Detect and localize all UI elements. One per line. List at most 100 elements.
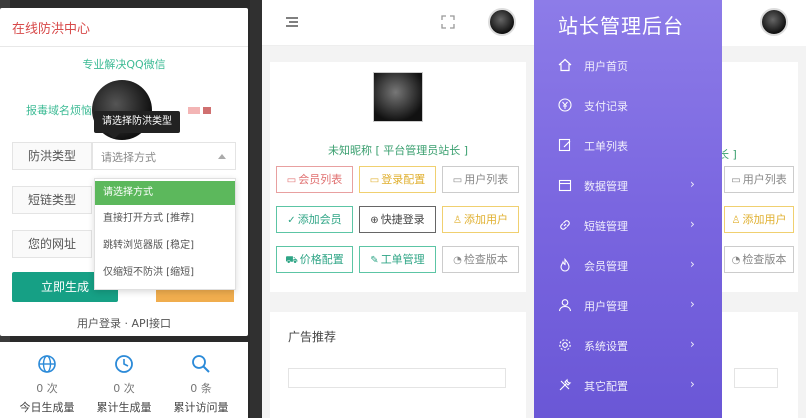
avatar[interactable] (488, 8, 516, 36)
tooltip-arrow (108, 133, 120, 139)
sidebar-item-other[interactable]: 其它配置 › (534, 368, 722, 404)
avatar[interactable] (760, 8, 788, 36)
sidebar-item-tickets[interactable]: 工单列表 (534, 128, 722, 164)
quick-login-button[interactable]: ⊕ 快捷登录 (359, 206, 436, 233)
user-list-button[interactable]: ▭ 用户列表 (724, 166, 794, 193)
button-label: 添加用户 (742, 213, 787, 226)
user-icon: ♙ (731, 215, 741, 226)
chevron-right-icon: › (690, 177, 695, 191)
button-label: 价格配置 (299, 253, 344, 266)
dropdown-option[interactable]: 请选择方式 (95, 181, 235, 205)
sidebar-item-label: 系统设置 (584, 340, 628, 353)
decorative-block (188, 107, 200, 114)
admin-dashboard-panel: 未知昵称 [ 平台管理员站长 ] ▭ 会员列表 ▭ 登录配置 ▭ 用户列表 ✓ 添加会员… (262, 0, 534, 418)
sidebar-item-label: 数据管理 (584, 180, 628, 193)
card-icon: ▭ (286, 175, 297, 186)
button-label: 添加用户 (463, 213, 508, 226)
sidebar-item-label: 短链管理 (584, 220, 628, 233)
card-icon: ▭ (452, 175, 463, 186)
ad-box (734, 368, 778, 388)
sidebar-item-users[interactable]: 用户管理 › (534, 288, 722, 324)
avatar (373, 72, 423, 122)
flood-center-panel: 在线防洪中心 专业解决QQ微信 报毒域名烦恼 防洪类型 请选择方式 短链类型 您… (0, 0, 262, 418)
login-config-button[interactable]: ▭ 登录配置 (359, 166, 436, 193)
stat-value: 0 次 (36, 382, 58, 395)
calendar-icon (558, 179, 572, 192)
caret-up-icon (218, 154, 226, 159)
price-config-button[interactable]: ⛟ 价格配置 (276, 246, 353, 273)
footer-links[interactable]: 用户登录 · API接口 (0, 315, 248, 331)
button-label: 工单管理 (380, 253, 425, 266)
sidebar-item-members[interactable]: 会员管理 › (534, 248, 722, 284)
flood-type-select[interactable]: 请选择方式 (92, 142, 236, 170)
flood-type-dropdown: 请选择方式 直接打开方式 [推荐] 跳转浏览器版 [稳定] 仅缩短不防洪 [缩短… (94, 178, 236, 290)
sidebar-item-label: 会员管理 (584, 260, 628, 273)
stats-card: 0 次 今日生成量 0 次 累计生成量 0 条 累计访问量 (0, 342, 248, 418)
dropdown-option[interactable]: 仅缩短不防洪 [缩短] (95, 261, 235, 285)
admin-sidebar-panel: 长 ] ▭ 用户列表 ♙ 添加用户 ◔ 检查版本 站长管理后台 用户首页 支付记录 工… (534, 0, 806, 418)
divider (0, 46, 248, 47)
sidebar-item-settings[interactable]: 系统设置 › (534, 328, 722, 364)
cart-icon: ⛟ (285, 255, 298, 266)
add-user-button[interactable]: ♙ 添加用户 (442, 206, 519, 233)
flame-icon (560, 258, 570, 272)
report-text: 报毒域名烦恼 (26, 104, 92, 117)
stat-today: 0 次 今日生成量 (6, 342, 88, 415)
stat-visits: 0 条 累计访问量 (160, 342, 242, 415)
globe-icon (38, 355, 56, 373)
edit-icon (558, 138, 571, 152)
check-version-button[interactable]: ◔ 检查版本 (724, 246, 794, 273)
button-label: 登录配置 (381, 173, 426, 186)
sidebar-item-label: 其它配置 (584, 380, 628, 393)
sidebar-item-label: 支付记录 (584, 100, 628, 113)
button-label: 检查版本 (463, 253, 508, 266)
dropdown-option[interactable]: 跳转浏览器版 [稳定] (95, 234, 235, 258)
ad-card: 广告推荐 (270, 312, 526, 418)
menu-icon[interactable] (284, 14, 300, 30)
sidebar-item-label: 工单列表 (584, 140, 628, 153)
gauge-icon: ◔ (453, 255, 462, 266)
user-icon (558, 299, 572, 312)
check-version-button[interactable]: ◔ 检查版本 (442, 246, 519, 273)
background-strip (250, 0, 262, 418)
ad-title: 广告推荐 (288, 330, 337, 344)
yen-icon (558, 98, 572, 112)
button-label: 检查版本 (742, 253, 787, 266)
top-bar (262, 0, 534, 46)
sidebar-item-label: 用户管理 (584, 300, 628, 313)
add-member-button[interactable]: ✓ 添加会员 (276, 206, 353, 233)
slogan-text: 专业解决QQ微信 (82, 58, 166, 71)
type-label: 防洪类型 (12, 142, 92, 170)
sidebar-item-data[interactable]: 数据管理 › (534, 168, 722, 204)
fullscreen-icon[interactable] (440, 14, 456, 30)
sidebar: 站长管理后台 用户首页 支付记录 工单列表 数据管理 › 短链管理 › 会员管理… (534, 0, 722, 418)
add-user-button[interactable]: ♙ 添加用户 (724, 206, 794, 233)
user-list-button[interactable]: ▭ 用户列表 (442, 166, 519, 193)
sidebar-item-shortlinks[interactable]: 短链管理 › (534, 208, 722, 244)
stat-label: 今日生成量 (19, 401, 75, 414)
sidebar-item-home[interactable]: 用户首页 (534, 48, 722, 84)
select-value: 请选择方式 (101, 151, 156, 164)
ticket-manage-button[interactable]: ✎ 工单管理 (359, 246, 436, 273)
plus-circle-icon: ⊕ (370, 215, 379, 226)
short-type-label: 短链类型 (12, 186, 92, 214)
nickname-text: 未知昵称 [ 平台管理员站长 ] (327, 144, 469, 157)
tooltip: 请选择防洪类型 (94, 111, 180, 133)
sidebar-item-payments[interactable]: 支付记录 (534, 88, 722, 124)
stat-label: 累计访问量 (173, 401, 229, 414)
link-icon (560, 220, 570, 230)
secondary-button[interactable] (156, 290, 234, 302)
member-list-button[interactable]: ▭ 会员列表 (276, 166, 353, 193)
dropdown-option[interactable]: 直接打开方式 [推荐] (95, 207, 235, 231)
chevron-right-icon: › (690, 337, 695, 351)
shield-check-icon: ✓ (287, 215, 296, 226)
home-icon (558, 58, 572, 72)
button-label: 用户列表 (742, 173, 787, 186)
card-icon: ▭ (369, 175, 380, 186)
button-label: 快捷登录 (380, 213, 425, 226)
brand-title: 站长管理后台 (558, 14, 684, 38)
url-label: 您的网址 (12, 230, 92, 258)
sidebar-item-label: 用户首页 (584, 60, 628, 73)
profile-card: 未知昵称 [ 平台管理员站长 ] ▭ 会员列表 ▭ 登录配置 ▭ 用户列表 ✓ 添加会员… (270, 62, 526, 292)
user-icon: ♙ (453, 215, 462, 226)
